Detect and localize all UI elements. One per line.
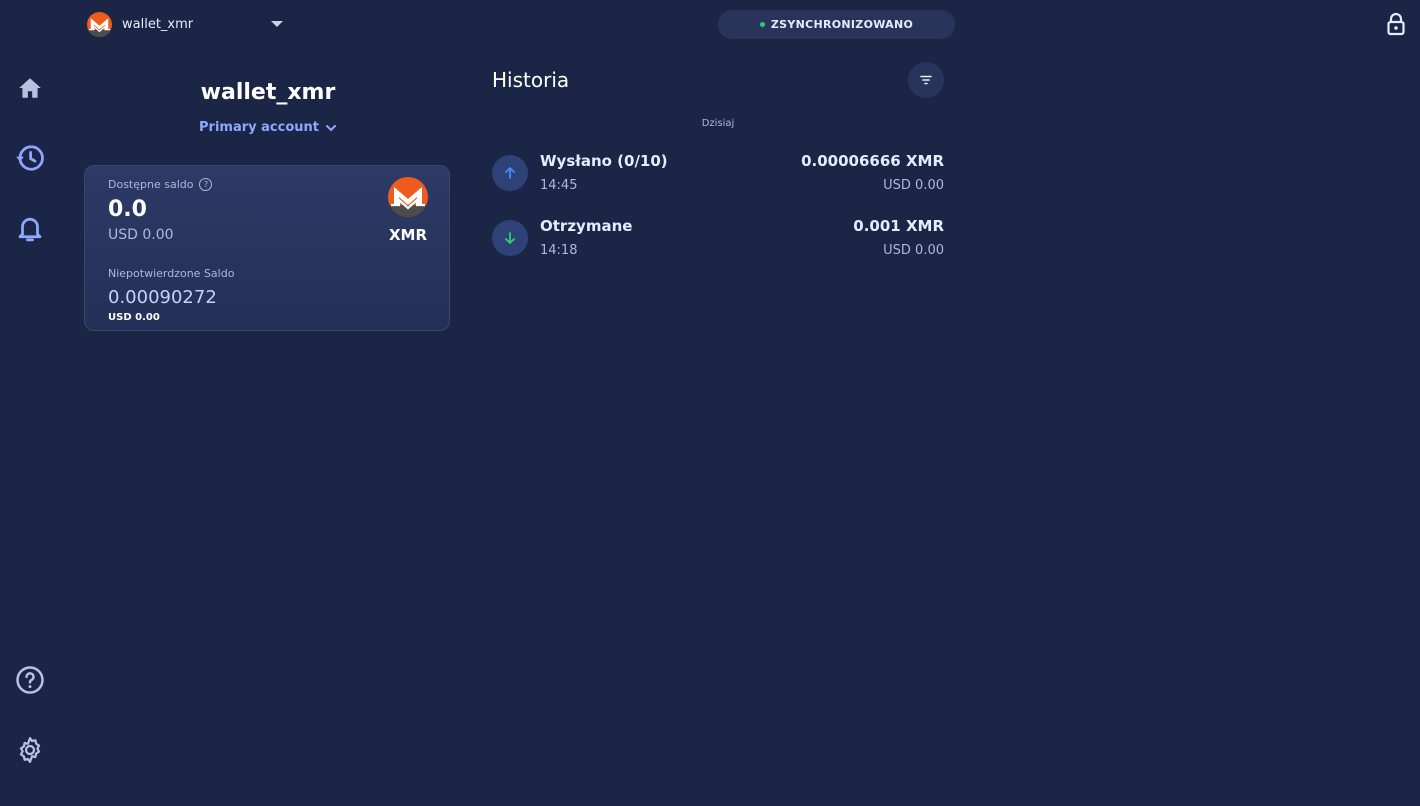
account-selector[interactable]: Primary account <box>84 120 452 135</box>
unconfirmed-balance-value: 0.00090272 <box>108 287 217 308</box>
balance-card: Dostępne saldo ? 0.0 USD 0.00 Niepotwier… <box>84 165 450 331</box>
account-selector-label: Primary account <box>199 120 319 135</box>
sidebar-item-notifications[interactable] <box>14 212 46 244</box>
sidebar-item-settings[interactable] <box>14 734 46 766</box>
unconfirmed-balance-label: Niepotwierdzone Saldo <box>108 267 235 280</box>
bell-icon <box>18 217 42 242</box>
transaction-type: Wysłano (0/10) <box>540 152 668 170</box>
history-title: Historia <box>492 68 570 92</box>
filter-icon <box>920 75 932 85</box>
lock-icon <box>1387 12 1405 36</box>
wallet-switcher-name: wallet_xmr <box>122 16 194 32</box>
lock-button[interactable] <box>1384 12 1408 36</box>
sync-status-text: ZSYNCHRONIZOWANO <box>770 18 914 31</box>
transaction-row[interactable]: Wysłano (0/10) 14:45 0.00006666 XMR USD … <box>492 152 944 208</box>
available-balance-label: Dostępne saldo <box>108 178 194 191</box>
sidebar-item-help[interactable] <box>14 664 46 696</box>
monero-logo-icon <box>388 177 428 217</box>
chevron-down-icon <box>325 124 336 131</box>
transaction-usd: USD 0.00 <box>883 178 944 193</box>
history-icon <box>16 145 44 171</box>
help-circle-icon[interactable]: ? <box>199 178 213 191</box>
monero-logo-icon <box>87 11 112 37</box>
sync-status-badge: ZSYNCHRONIZOWANO <box>718 10 955 39</box>
gear-icon <box>19 737 41 763</box>
sidebar <box>0 48 60 806</box>
sent-arrow-icon <box>492 155 528 191</box>
date-group-label: Dzisiaj <box>701 118 735 129</box>
transaction-usd: USD 0.00 <box>883 243 944 258</box>
available-balance-label-row: Dostępne saldo ? <box>108 178 213 191</box>
top-bar: wallet_xmr ZSYNCHRONIZOWANO <box>0 0 1420 48</box>
available-balance-usd: USD 0.00 <box>108 227 174 243</box>
coin-ticker: XMR <box>388 226 428 244</box>
help-icon <box>16 666 44 694</box>
sidebar-item-home[interactable] <box>14 72 46 104</box>
wallet-title: wallet_xmr <box>200 80 336 105</box>
received-arrow-icon <box>492 220 528 256</box>
transaction-time: 14:45 <box>540 178 578 193</box>
sidebar-item-history[interactable] <box>14 142 46 174</box>
home-icon <box>19 78 41 98</box>
transaction-amount: 0.001 XMR <box>853 217 944 235</box>
transaction-amount: 0.00006666 XMR <box>801 152 944 170</box>
transaction-row[interactable]: Otrzymane 14:18 0.001 XMR USD 0.00 <box>492 217 944 273</box>
transaction-time: 14:18 <box>540 243 578 258</box>
wallet-switcher[interactable]: wallet_xmr <box>87 11 193 37</box>
sync-dot-icon <box>759 22 765 27</box>
caret-down-icon[interactable] <box>271 21 283 27</box>
available-balance-value: 0.0 <box>108 197 147 222</box>
unconfirmed-balance-usd: USD 0.00 <box>108 312 160 323</box>
transaction-type: Otrzymane <box>540 217 633 235</box>
filter-button[interactable] <box>908 62 944 98</box>
